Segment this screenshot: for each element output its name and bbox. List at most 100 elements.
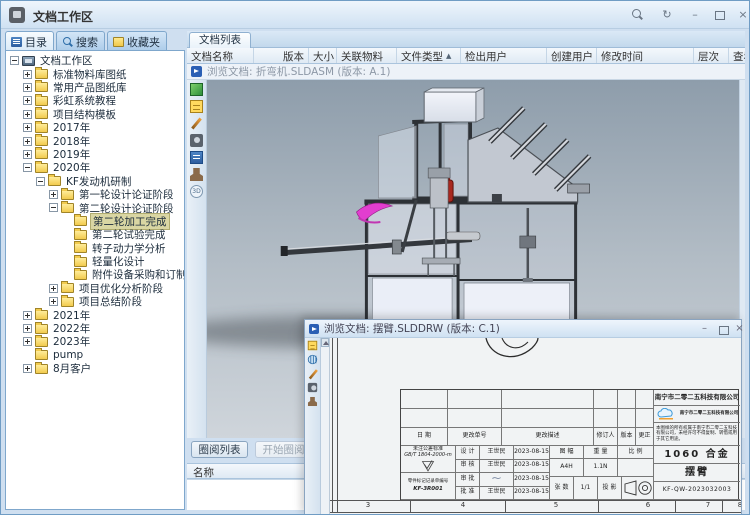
tree-item[interactable]: 常用产品图纸库 [8, 81, 184, 94]
favorites-folder-icon [113, 37, 124, 47]
col-doc-name[interactable]: 文档名称 [187, 48, 254, 63]
expand-icon[interactable] [23, 123, 32, 132]
col-version[interactable]: 版本 [254, 48, 309, 63]
signoff-role: 审 批 [456, 473, 480, 487]
expand-icon[interactable] [23, 83, 32, 92]
sync-icon[interactable]: ↻ [659, 7, 675, 23]
tree-item[interactable]: 2019年 [8, 148, 184, 161]
tree-item-root[interactable]: 文档工作区 [8, 54, 184, 67]
expand-icon[interactable] [23, 311, 32, 320]
tree-item[interactable]: 项目结构模板 [8, 108, 184, 121]
tree-item[interactable]: 第二轮试验完成 [8, 228, 184, 241]
tree-item[interactable]: 附件设备采购和订制 [8, 268, 184, 281]
expand-icon[interactable] [49, 297, 58, 306]
title-block: 日 期 更改单号 更改描述 修订人 版本 更正 南宁市二零二五科技有限公司 南宁… [400, 389, 739, 500]
tree-item-selected[interactable]: 第二轮加工完成 [8, 215, 184, 228]
expand-icon[interactable] [23, 110, 32, 119]
sheet-border-line [337, 338, 338, 512]
tree-item[interactable]: 8月客户 [8, 362, 184, 375]
expand-icon[interactable] [23, 96, 32, 105]
model-view-icon[interactable] [190, 83, 203, 96]
tree-item[interactable]: 2017年 [8, 121, 184, 134]
doclist-tabstrip: 文档列表 [187, 31, 745, 48]
col-view[interactable]: 查看 [729, 48, 745, 63]
tree-item[interactable]: KF发动机研制 [8, 175, 184, 188]
tab-search[interactable]: 搜索 [56, 31, 105, 50]
annotate-pencil-icon[interactable] [308, 369, 317, 378]
col-modify-time[interactable]: 修改时间 [597, 48, 694, 63]
col-checkout-user[interactable]: 检出用户 [461, 48, 547, 63]
collapse-icon[interactable] [49, 203, 58, 212]
tab-favorites[interactable]: 收藏夹 [107, 31, 167, 50]
tab-document-list[interactable]: 文档列表 [189, 32, 251, 48]
snapshot-camera-icon[interactable] [308, 383, 317, 392]
viewer-toolbar [187, 80, 207, 438]
3d-mode-icon[interactable] [190, 185, 203, 198]
minimize-button[interactable]: – [687, 7, 703, 23]
window-title: 文档工作区 [33, 8, 93, 25]
tree-item[interactable]: 项目总结阶段 [8, 295, 184, 308]
folder-icon [35, 337, 48, 347]
legal-notice: 本图样的所有权属于南宁市二零二五科技有限公司，未经许可不得复制、转借或用于其它用… [654, 423, 740, 446]
expand-icon[interactable] [23, 364, 32, 373]
doclist-column-header: 文档名称 版本 大小 关联物料 文件类型▲ 检出用户 创建用户 修改时间 层次 … [187, 48, 745, 64]
tree-item[interactable]: 轻量化设计 [8, 255, 184, 268]
tree-item[interactable]: 彩虹系统教程 [8, 94, 184, 107]
stamp-icon[interactable] [190, 168, 203, 181]
collapse-icon[interactable] [23, 163, 32, 172]
folder-icon [74, 243, 87, 253]
drawing-sheet[interactable]: 日 期 更改单号 更改描述 修订人 版本 更正 南宁市二零二五科技有限公司 南宁… [330, 338, 741, 515]
tree-item[interactable]: 2021年 [8, 308, 184, 321]
bom-table-icon[interactable] [308, 341, 317, 350]
review-list-button[interactable]: 圈阅列表 [191, 441, 248, 458]
tree-item[interactable]: 2023年 [8, 335, 184, 348]
col-material[interactable]: 关联物料 [337, 48, 397, 63]
folder-icon [35, 69, 48, 79]
drawing-window-title: 浏览文档: 摆臂.SLDDRW (版本: C.1) [324, 321, 500, 336]
col-file-type[interactable]: 文件类型▲ [397, 48, 461, 63]
maximize-button[interactable] [715, 322, 730, 336]
close-button[interactable]: × [735, 7, 750, 23]
vertical-scrollbar[interactable] [321, 338, 330, 515]
annotate-pencil-icon[interactable] [190, 117, 203, 130]
expand-icon[interactable] [23, 324, 32, 333]
collapse-icon[interactable] [10, 56, 19, 65]
snapshot-camera-icon[interactable] [190, 134, 203, 147]
stamp-icon[interactable] [308, 397, 317, 406]
signoff-signature: ~ [480, 473, 514, 487]
expand-icon[interactable] [49, 190, 58, 199]
expand-icon[interactable] [23, 137, 32, 146]
col-level[interactable]: 层次 [694, 48, 729, 63]
expand-icon[interactable] [23, 337, 32, 346]
bom-table-icon[interactable] [190, 100, 203, 113]
tab-directory[interactable]: 目录 [5, 31, 54, 50]
minimize-button[interactable]: – [697, 322, 712, 336]
pages-value: 1/1 [574, 477, 598, 500]
tree-item[interactable]: 2018年 [8, 134, 184, 147]
tree-item[interactable]: 项目优化分析阶段 [8, 282, 184, 295]
zone-number: 5 [550, 501, 562, 509]
sheet-border-line [330, 500, 741, 501]
folder-icon [74, 216, 87, 226]
tree-item[interactable]: 转子动力学分析 [8, 241, 184, 254]
tree-item[interactable]: 第一轮设计论证阶段 [8, 188, 184, 201]
expand-icon[interactable] [23, 70, 32, 79]
tree-item[interactable]: 2020年 [8, 161, 184, 174]
expand-icon[interactable] [49, 284, 58, 293]
zone-number: 6 [642, 501, 654, 509]
expand-icon[interactable] [23, 150, 32, 159]
tree-item[interactable]: 2022年 [8, 322, 184, 335]
folder-icon [35, 109, 48, 119]
close-button[interactable]: × [732, 322, 747, 336]
notebook-icon[interactable] [190, 151, 203, 164]
col-create-user[interactable]: 创建用户 [547, 48, 597, 63]
signoff-role: 批 准 [456, 487, 480, 501]
signoff-name: 王世民 [480, 460, 514, 474]
scroll-up-icon[interactable] [321, 338, 329, 347]
tree-item[interactable]: pump [8, 349, 184, 362]
col-size[interactable]: 大小 [309, 48, 337, 63]
view-globe-icon[interactable] [308, 355, 317, 364]
tree-item[interactable]: 标准物料库图纸 [8, 67, 184, 80]
collapse-icon[interactable] [36, 177, 45, 186]
tolerance-cell: 未注公差标准 GB/T 1804-2000-m [401, 446, 456, 473]
